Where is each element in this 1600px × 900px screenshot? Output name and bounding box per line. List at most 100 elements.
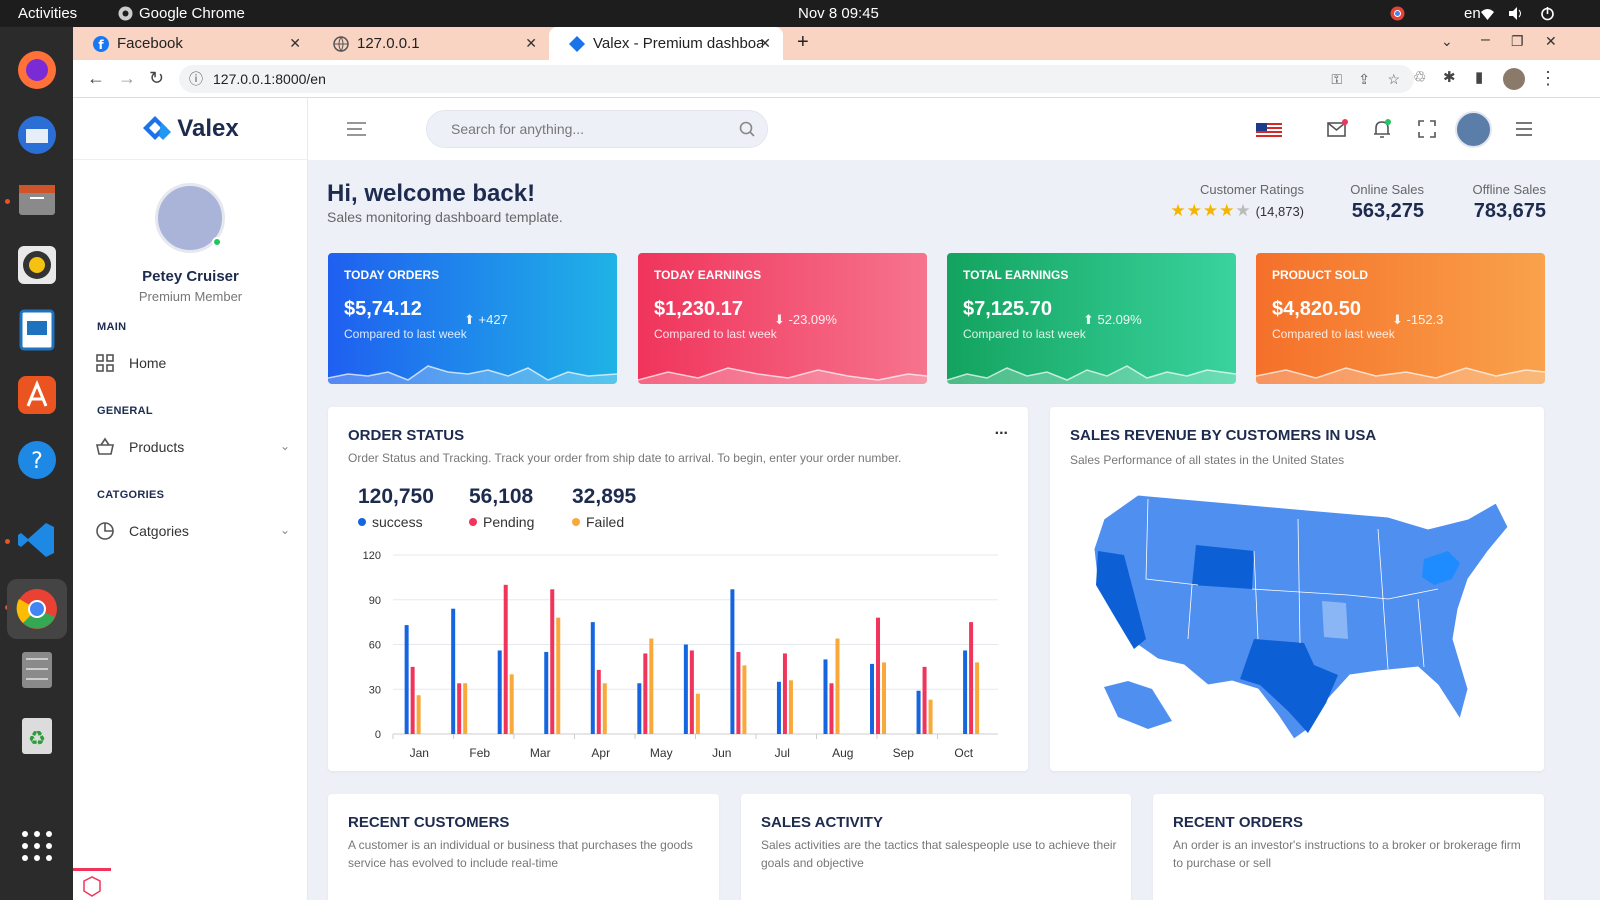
side-panel-icon[interactable]: ▮ <box>1475 68 1483 86</box>
active-app-menu[interactable]: Google Chrome <box>118 5 245 22</box>
files-icon[interactable] <box>14 177 60 223</box>
address-bar[interactable]: ⓘ 127.0.0.1:8000/en ⚿ ⇪ ☆ <box>179 65 1414 93</box>
new-tab-icon[interactable]: + <box>797 31 809 54</box>
restore-icon[interactable]: ❐ <box>1511 33 1524 50</box>
rhythmbox-icon[interactable] <box>14 242 60 288</box>
kpi-total-earnings[interactable]: TOTAL EARNINGS $7,125.70 Compared to las… <box>947 253 1236 384</box>
bar-failed[interactable] <box>695 693 700 734</box>
bar-success[interactable] <box>404 625 409 734</box>
bar-success[interactable] <box>497 650 502 734</box>
thunderbird-icon[interactable] <box>14 112 60 158</box>
mail-icon[interactable] <box>1326 118 1348 140</box>
bar-pending[interactable] <box>736 651 741 734</box>
close-tab-icon[interactable]: ✕ <box>525 35 537 52</box>
bookmark-star-icon[interactable]: ☆ <box>1387 65 1400 93</box>
kpi-today-orders[interactable]: TODAY ORDERS $5,74.12 Compared to last w… <box>328 253 617 384</box>
sidebar-item-products[interactable]: Products ⌄ <box>95 435 290 459</box>
forward-icon[interactable]: → <box>118 68 136 89</box>
trash-icon[interactable]: ♻ <box>14 712 60 758</box>
bar-failed[interactable] <box>975 662 980 734</box>
firefox-icon[interactable] <box>14 47 60 93</box>
bar-failed[interactable] <box>742 665 747 734</box>
reload-icon[interactable]: ↻ <box>149 68 164 89</box>
bar-pending[interactable] <box>782 653 787 734</box>
bar-pending[interactable] <box>457 683 462 734</box>
bar-success[interactable] <box>823 659 828 734</box>
bar-failed[interactable] <box>835 638 840 734</box>
bar-pending[interactable] <box>550 589 555 734</box>
minimize-icon[interactable]: – <box>1481 31 1490 49</box>
tab-localhost[interactable]: 127.0.0.1 ✕ <box>313 27 549 60</box>
sidebar-toggle-icon[interactable] <box>346 120 368 138</box>
clock[interactable]: Nov 8 09:45 <box>798 5 879 22</box>
menu-icon[interactable] <box>1513 118 1535 140</box>
bar-success[interactable] <box>776 681 781 734</box>
bar-pending[interactable] <box>503 584 508 734</box>
close-tab-icon[interactable]: ✕ <box>759 35 771 52</box>
header-avatar[interactable] <box>1455 111 1492 148</box>
key-icon[interactable]: ⚿ <box>1331 65 1342 93</box>
tab-search-icon[interactable]: ⌄ <box>1441 33 1453 50</box>
chrome-dock-icon[interactable] <box>7 579 67 639</box>
bar-failed[interactable] <box>928 699 933 734</box>
bar-failed[interactable] <box>463 683 468 734</box>
writer-icon[interactable] <box>14 307 60 353</box>
site-info-icon[interactable]: ⓘ <box>189 65 203 93</box>
bar-success[interactable] <box>916 690 921 734</box>
bar-pending[interactable] <box>410 666 415 734</box>
bar-pending[interactable] <box>876 617 881 734</box>
app-store-icon[interactable] <box>14 372 60 418</box>
bar-success[interactable] <box>590 622 595 734</box>
show-apps-icon[interactable] <box>14 823 60 869</box>
search-input[interactable]: Search for anything... <box>426 110 768 148</box>
sidebar-item-categories[interactable]: Catgories ⌄ <box>95 519 290 543</box>
bar-failed[interactable] <box>556 617 561 734</box>
bar-pending[interactable] <box>829 683 834 734</box>
bar-pending[interactable] <box>922 666 927 734</box>
us-flag-icon[interactable] <box>1256 118 1282 140</box>
notification-bell-icon[interactable] <box>1371 118 1393 140</box>
extensions-icon[interactable]: ✱ <box>1443 68 1456 86</box>
search-icon[interactable] <box>739 121 755 137</box>
bar-failed[interactable] <box>602 683 607 734</box>
brand-logo[interactable]: Valex <box>73 98 307 160</box>
sidebar-item-home[interactable]: Home <box>95 351 290 375</box>
bar-failed[interactable] <box>788 680 793 734</box>
bar-pending[interactable] <box>596 669 601 734</box>
bar-success[interactable] <box>730 589 735 734</box>
usa-map[interactable] <box>1088 489 1508 759</box>
close-window-icon[interactable]: ✕ <box>1545 33 1557 50</box>
wifi-icon[interactable] <box>1480 6 1495 21</box>
back-icon[interactable]: ← <box>87 68 105 89</box>
user-avatar[interactable] <box>155 183 225 253</box>
bar-failed[interactable] <box>882 662 887 734</box>
chrome-tray-icon[interactable] <box>1390 6 1405 21</box>
close-tab-icon[interactable]: ✕ <box>289 35 301 52</box>
share-icon[interactable]: ⇪ <box>1358 65 1370 93</box>
bar-failed[interactable] <box>509 674 514 734</box>
bar-pending[interactable] <box>689 650 694 734</box>
bar-success[interactable] <box>544 651 549 734</box>
kpi-today-earnings[interactable]: TODAY EARNINGS $1,230.17 Compared to las… <box>638 253 927 384</box>
volume-icon[interactable] <box>1508 6 1523 21</box>
language-indicator[interactable]: en <box>1464 5 1481 22</box>
bar-success[interactable] <box>870 663 875 734</box>
power-icon[interactable] <box>1540 6 1555 21</box>
fullscreen-icon[interactable] <box>1416 118 1438 140</box>
bar-failed[interactable] <box>649 638 654 734</box>
bar-success[interactable] <box>963 650 968 734</box>
laravel-debug-icon[interactable] <box>73 868 111 900</box>
bar-failed[interactable] <box>416 695 421 734</box>
kpi-product-sold[interactable]: PRODUCT SOLD $4,820.50 Compared to last … <box>1256 253 1545 384</box>
server-icon[interactable] <box>14 647 60 693</box>
help-icon[interactable]: ? <box>14 437 60 483</box>
vscode-icon[interactable] <box>14 517 60 563</box>
bar-pending[interactable] <box>643 653 648 734</box>
recycle-extension-icon[interactable]: ♲ <box>1413 68 1426 86</box>
chrome-menu-icon[interactable]: ⋮ <box>1539 68 1557 89</box>
profile-avatar[interactable] <box>1503 68 1525 90</box>
tab-facebook[interactable]: f Facebook ✕ <box>73 27 313 60</box>
bar-success[interactable] <box>637 683 642 734</box>
bar-pending[interactable] <box>969 622 974 734</box>
bar-success[interactable] <box>451 608 456 734</box>
